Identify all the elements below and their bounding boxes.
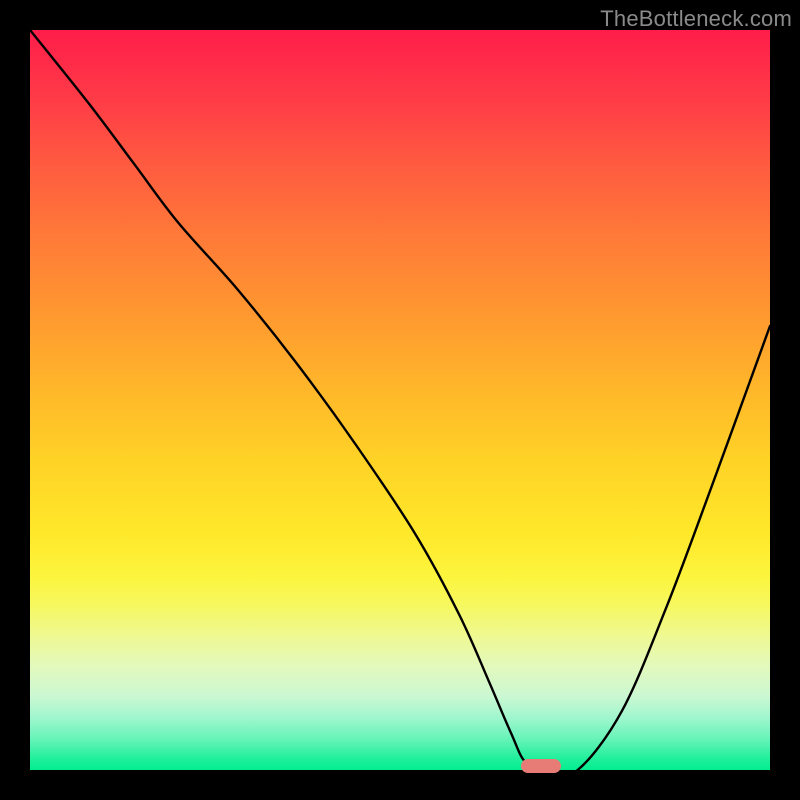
chart-frame: TheBottleneck.com [0,0,800,800]
curve-svg [30,30,770,770]
bottleneck-curve [30,30,770,770]
optimal-marker [521,759,561,773]
plot-area [30,30,770,770]
watermark-text: TheBottleneck.com [600,6,792,32]
